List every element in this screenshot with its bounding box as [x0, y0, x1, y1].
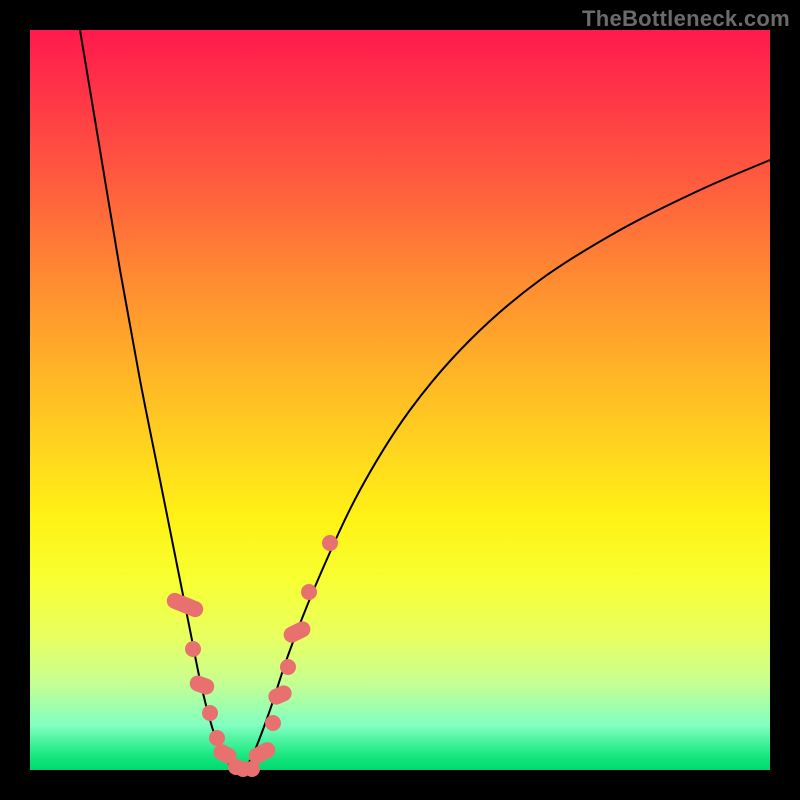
data-point	[185, 641, 201, 657]
data-point	[322, 535, 338, 551]
chart-stage: TheBottleneck.com	[0, 0, 800, 800]
chart-svg	[30, 30, 770, 770]
watermark-label: TheBottleneck.com	[582, 6, 790, 32]
data-point	[280, 659, 296, 675]
data-cluster	[188, 673, 217, 697]
data-cluster	[266, 683, 294, 707]
data-point	[209, 730, 225, 746]
left-curve	[80, 30, 240, 770]
right-curve	[245, 160, 770, 770]
data-cluster	[164, 590, 205, 619]
data-point	[265, 715, 281, 731]
data-markers	[164, 535, 338, 777]
data-point	[202, 705, 218, 721]
data-point	[301, 584, 317, 600]
data-cluster	[281, 619, 313, 646]
